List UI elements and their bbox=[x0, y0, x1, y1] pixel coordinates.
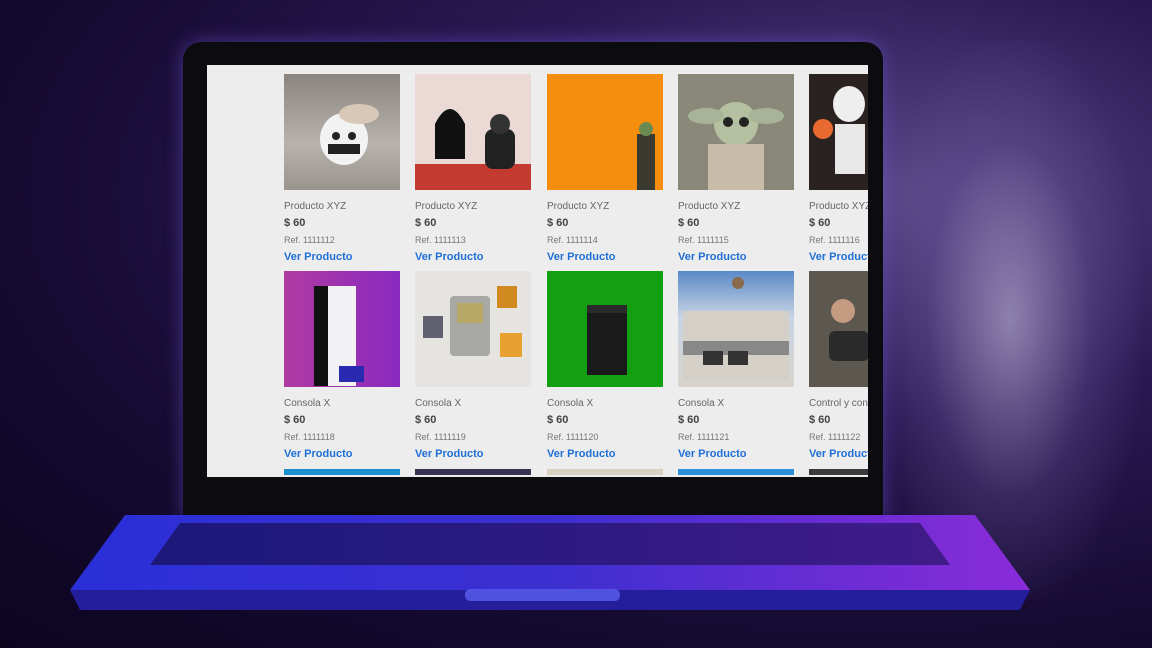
product-image[interactable] bbox=[678, 74, 794, 190]
view-product-link[interactable]: Ver Producto bbox=[547, 251, 615, 263]
product-price: $ 60 bbox=[415, 217, 437, 229]
product-ref: Ref. 1111113 bbox=[415, 235, 466, 245]
product-image[interactable] bbox=[809, 74, 868, 190]
product-image[interactable] bbox=[678, 271, 794, 387]
laptop-base bbox=[70, 515, 1030, 620]
view-product-link[interactable]: Ver Producto bbox=[809, 448, 868, 460]
product-name: Consola X bbox=[415, 398, 462, 409]
view-product-link[interactable]: Ver Producto bbox=[415, 448, 483, 460]
product-image[interactable] bbox=[678, 469, 794, 475]
product-name: Producto XYZ bbox=[678, 201, 741, 212]
product-image[interactable] bbox=[415, 74, 531, 190]
product-image[interactable] bbox=[284, 271, 400, 387]
product-name: Producto XYZ bbox=[809, 201, 868, 212]
product-image[interactable] bbox=[547, 74, 663, 190]
product-name: Control y con bbox=[809, 398, 868, 409]
product-ref: Ref. 1111120 bbox=[547, 432, 599, 442]
product-price: $ 60 bbox=[678, 414, 700, 426]
product-name: Producto XYZ bbox=[415, 201, 478, 212]
product-ref: Ref. 1111121 bbox=[678, 432, 730, 442]
product-image[interactable] bbox=[809, 469, 868, 475]
product-price: $ 60 bbox=[547, 414, 569, 426]
view-product-link[interactable]: Ver Producto bbox=[678, 251, 746, 263]
view-product-link[interactable]: Ver Producto bbox=[284, 448, 352, 460]
product-price: $ 60 bbox=[547, 217, 569, 229]
product-ref: Ref. 1111115 bbox=[678, 235, 729, 245]
product-price: $ 60 bbox=[809, 414, 831, 426]
product-image[interactable] bbox=[809, 271, 868, 387]
view-product-link[interactable]: Ver Producto bbox=[415, 251, 483, 263]
product-price: $ 60 bbox=[284, 217, 306, 229]
product-price: $ 60 bbox=[284, 414, 306, 426]
product-image[interactable] bbox=[415, 271, 531, 387]
view-product-link[interactable]: Ver Producto bbox=[678, 448, 746, 460]
product-price: $ 60 bbox=[415, 414, 437, 426]
product-ref: Ref. 1111122 bbox=[809, 432, 861, 442]
product-image[interactable] bbox=[547, 271, 663, 387]
product-ref: Ref. 1111116 bbox=[809, 235, 860, 245]
product-name: Consola X bbox=[678, 398, 725, 409]
product-ref: Ref. 1111118 bbox=[284, 432, 335, 442]
view-product-link[interactable]: Ver Producto bbox=[284, 251, 352, 263]
product-ref: Ref. 1111112 bbox=[284, 235, 335, 245]
view-product-link[interactable]: Ver Producto bbox=[547, 448, 615, 460]
product-ref: Ref. 1111119 bbox=[415, 432, 466, 442]
product-name: Producto XYZ bbox=[284, 201, 347, 212]
product-catalog-screen: Z to Producto XYZ $ 60 Ref. 1111112 Ver … bbox=[207, 65, 868, 477]
product-image[interactable] bbox=[547, 469, 663, 475]
product-image[interactable] bbox=[415, 469, 531, 475]
product-ref: Ref. 1111114 bbox=[547, 235, 598, 245]
view-product-link[interactable]: Ver Producto bbox=[809, 251, 868, 263]
product-name: Consola X bbox=[284, 398, 331, 409]
product-price: $ 60 bbox=[809, 217, 831, 229]
product-image[interactable] bbox=[284, 74, 400, 190]
product-image[interactable] bbox=[284, 469, 400, 475]
product-name: Consola X bbox=[547, 398, 594, 409]
product-price: $ 60 bbox=[678, 217, 700, 229]
product-name: Producto XYZ bbox=[547, 201, 610, 212]
